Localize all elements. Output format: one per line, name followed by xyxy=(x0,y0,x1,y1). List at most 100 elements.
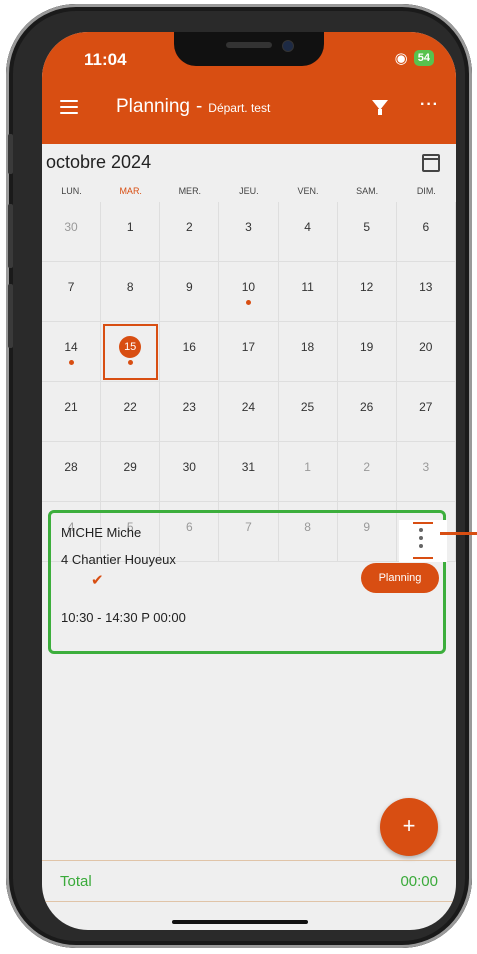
calendar-day[interactable]: 3 xyxy=(396,442,456,502)
calendar-day[interactable]: 25 xyxy=(278,382,338,442)
today-badge: 15 xyxy=(119,336,142,358)
calendar-day[interactable]: 31 xyxy=(219,442,279,502)
calendar-icon[interactable] xyxy=(422,154,440,172)
hamburger-menu-icon[interactable] xyxy=(60,100,78,118)
day-number: 23 xyxy=(182,400,196,414)
total-row: Total 00:00 xyxy=(42,860,456,902)
card-menu-button[interactable] xyxy=(399,520,447,562)
calendar-day[interactable]: 12 xyxy=(337,262,397,322)
calendar-day[interactable]: 11 xyxy=(278,262,338,322)
calendar-day[interactable]: 7 xyxy=(42,262,102,322)
wifi-icon: ◉ xyxy=(394,50,408,67)
calendar-day[interactable]: 30 xyxy=(42,202,102,262)
calendar-day[interactable]: 18 xyxy=(278,322,338,382)
battery-icon: 54 xyxy=(413,50,434,66)
title-separator: - xyxy=(195,96,203,117)
day-number: 29 xyxy=(123,460,137,474)
title-department: Départ. test xyxy=(208,101,271,115)
month-header: octobre 2024 xyxy=(42,144,456,180)
filter-icon[interactable] xyxy=(372,100,388,115)
calendar-day[interactable]: 13 xyxy=(396,262,456,322)
more-options-icon[interactable]: ··· xyxy=(420,96,439,114)
day-number: 3 xyxy=(245,220,252,234)
calendar-day[interactable]: 5 xyxy=(337,202,397,262)
calendar-day[interactable]: 2 xyxy=(160,202,220,262)
calendar-week: 7 8 9 10 11 12 13 xyxy=(42,262,456,322)
calendar-day[interactable]: 9 xyxy=(160,262,220,322)
day-number: 20 xyxy=(419,340,433,354)
speaker xyxy=(226,42,272,48)
calendar-day[interactable]: 8 xyxy=(101,262,161,322)
calendar-week: 28 29 30 31 1 2 3 xyxy=(42,442,456,502)
month-title: octobre 2024 xyxy=(46,152,152,172)
calendar-week: 30 1 2 3 4 5 6 xyxy=(42,202,456,262)
total-value: 00:00 xyxy=(400,873,438,890)
day-number: 25 xyxy=(300,400,315,414)
status-icons: ◉ 54 xyxy=(395,49,434,67)
camera xyxy=(282,40,294,52)
home-indicator[interactable] xyxy=(172,920,308,924)
event-dot xyxy=(127,360,133,365)
weekday-label: MER. xyxy=(178,186,202,196)
calendar-day[interactable]: 16 xyxy=(160,322,220,382)
calendar-day[interactable]: 10 xyxy=(219,262,279,322)
employee-name: MICHE Miche xyxy=(61,525,142,540)
screen: 11:04 ◉ 54 Planning - Départ. test ··· o… xyxy=(42,32,456,930)
calendar-day[interactable]: 1 xyxy=(278,442,338,502)
calendar-day[interactable]: 23 xyxy=(160,382,220,442)
add-button[interactable]: + xyxy=(380,798,438,856)
calendar-day[interactable]: 14 xyxy=(42,322,102,382)
weekday-row: LUN. MAR. MER. JEU. VEN. SAM. DIM. xyxy=(42,180,456,202)
calendar-day[interactable]: 19 xyxy=(337,322,397,382)
calendar-day[interactable]: 28 xyxy=(42,442,102,502)
day-number: 27 xyxy=(419,400,433,414)
highlight-bar-bottom xyxy=(413,557,433,559)
calendar-day[interactable]: 21 xyxy=(42,382,102,442)
volume-up-button xyxy=(8,204,13,268)
pointer-line xyxy=(440,532,477,535)
volume-down-button xyxy=(8,284,13,348)
calendar-day[interactable]: 20 xyxy=(396,322,456,382)
total-label: Total xyxy=(60,873,92,890)
page-title: Planning - Départ. test xyxy=(116,96,270,118)
day-number: 31 xyxy=(241,460,256,474)
calendar-day[interactable]: 17 xyxy=(219,322,279,382)
weekday-label: SAM. xyxy=(356,186,379,196)
title-main: Planning xyxy=(116,96,190,117)
weekday-label: DIM. xyxy=(416,186,436,196)
calendar-day[interactable]: 2 xyxy=(337,442,397,502)
day-number: 22 xyxy=(123,400,137,414)
event-dot xyxy=(245,300,251,305)
calendar-grid: LUN. MAR. MER. JEU. VEN. SAM. DIM. 30 1 2 3 4 5 6 7 8 9… xyxy=(42,180,456,562)
day-number: 2 xyxy=(185,220,193,234)
day-number: 12 xyxy=(360,280,374,294)
shift-time: 10:30 - 14:30 P 00:00 xyxy=(61,610,186,625)
day-number: 11 xyxy=(301,280,314,294)
day-number: 16 xyxy=(182,340,196,354)
day-number: 30 xyxy=(64,220,78,234)
calendar-day[interactable]: 30 xyxy=(160,442,220,502)
calendar-day[interactable]: 29 xyxy=(101,442,161,502)
day-number: 4 xyxy=(304,220,311,234)
weekday-label: JEU. xyxy=(239,186,259,196)
highlight-bar-top xyxy=(413,522,433,524)
mute-switch xyxy=(8,134,13,174)
calendar-day[interactable]: 4 xyxy=(278,202,338,262)
calendar-day[interactable]: 27 xyxy=(396,382,456,442)
assignment-card[interactable]: MICHE Miche 4 Chantier Houyeux ✔ 10:30 -… xyxy=(48,510,447,654)
calendar-day[interactable]: 1 xyxy=(101,202,161,262)
planning-button[interactable]: Planning xyxy=(361,563,439,593)
status-time: 11:04 xyxy=(84,50,127,69)
phone-frame: 11:04 ◉ 54 Planning - Départ. test ··· o… xyxy=(6,4,472,948)
calendar-day[interactable]: 6 xyxy=(396,202,456,262)
calendar-day[interactable]: 24 xyxy=(219,382,279,442)
weekday-label: VEN. xyxy=(297,186,319,196)
calendar-day[interactable]: 22 xyxy=(101,382,161,442)
check-icon: ✔ xyxy=(91,572,104,589)
calendar-week: 21 22 23 24 25 26 27 xyxy=(42,382,456,442)
calendar-week: 14 15 16 17 18 19 20 xyxy=(42,322,456,382)
calendar-day-today[interactable]: 15 xyxy=(101,322,161,382)
calendar-day[interactable]: 26 xyxy=(337,382,397,442)
kebab-icon xyxy=(419,528,423,552)
calendar-day[interactable]: 3 xyxy=(219,202,279,262)
